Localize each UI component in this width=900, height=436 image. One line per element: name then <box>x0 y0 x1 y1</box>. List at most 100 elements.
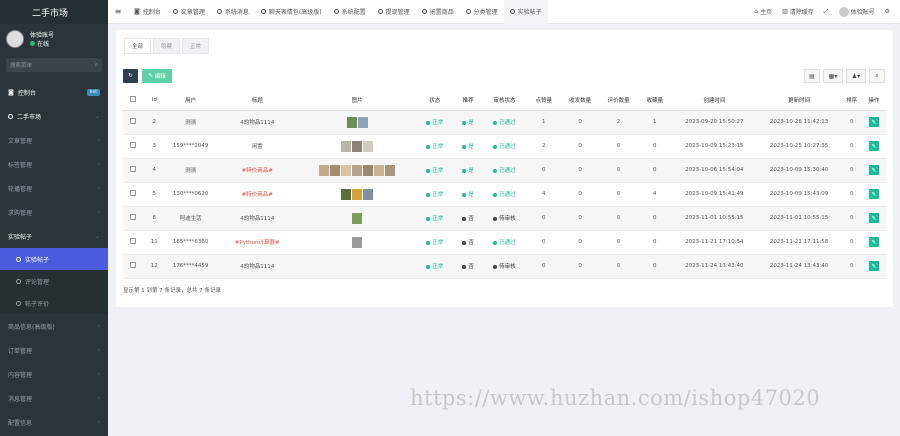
watermark-text: https://www.huzhan.com/ishop47020 <box>410 386 821 410</box>
sidebar-item-dashboard[interactable]: ◙ 控制台 hot <box>0 80 108 104</box>
thumbnail-image[interactable] <box>352 212 363 224</box>
sidebar-item-posts[interactable]: 实验帖子 ⌄ <box>0 224 108 248</box>
sidebar-item-content[interactable]: 内容管理 ‹ <box>0 362 108 386</box>
tab-posts[interactable]: 实验帖子 <box>503 0 548 24</box>
row-edit-button[interactable]: ✎ <box>868 165 879 175</box>
tab-categories[interactable]: 分类管理 <box>460 0 504 24</box>
column-header[interactable]: Id <box>143 90 166 111</box>
thumbnail-image[interactable] <box>346 116 357 128</box>
row-checkbox[interactable] <box>130 118 137 124</box>
tab-system-messages[interactable]: 系统消息 <box>211 0 255 24</box>
sidebar-item-goods[interactable]: 商品信息(高级版) ‹ <box>0 314 108 338</box>
menu-toggle-icon[interactable]: ≡ <box>108 7 128 16</box>
row-checkbox[interactable] <box>130 142 137 148</box>
row-edit-button[interactable]: ✎ <box>868 117 879 127</box>
thumbnail-image[interactable] <box>352 188 363 200</box>
thumbnail-image[interactable] <box>341 164 352 176</box>
thumbnail-image[interactable] <box>341 188 352 200</box>
row-edit-button[interactable]: ✎ <box>868 213 879 223</box>
row-edit-button[interactable]: ✎ <box>868 261 879 271</box>
thumbnail-image[interactable] <box>352 140 363 152</box>
row-checkbox[interactable] <box>130 166 137 172</box>
column-header[interactable]: 创建时间 <box>671 90 757 111</box>
sidebar: 二手市场 体验账号 在线 搜索菜单 ⌕ ◙ 控制台 hot 二手市场 ⌄ 文章管理… <box>0 0 108 436</box>
sidebar-item-wanted[interactable]: 求购管理 ‹ <box>0 200 108 224</box>
row-edit-button[interactable]: ✎ <box>868 141 879 151</box>
tab-emoji[interactable]: 聊天表情包(高级版) <box>255 0 328 24</box>
column-header[interactable]: 评价数量 <box>599 90 638 111</box>
thumbnail-image[interactable] <box>319 164 330 176</box>
thumbnail-image[interactable] <box>385 164 396 176</box>
filter-tab-all[interactable]: 全部 <box>124 38 152 54</box>
sidebar-item-articles[interactable]: 文章管理 ‹ <box>0 128 108 152</box>
column-header[interactable]: 图片 <box>298 90 416 111</box>
column-header[interactable]: 用户 <box>165 90 216 111</box>
tab-dashboard[interactable]: ◙ 控制台 <box>128 0 167 24</box>
row-checkbox[interactable] <box>130 214 137 220</box>
cell-actions: ✎ <box>861 158 886 183</box>
sidebar-search-input[interactable]: 搜索菜单 ⌕ <box>6 58 102 72</box>
filter-tab-normal[interactable]: 正常 <box>182 38 210 54</box>
cell-sort: 0 <box>841 182 862 207</box>
column-header[interactable]: 更新时间 <box>756 90 842 111</box>
cell-likes: 1 <box>526 110 561 135</box>
search-icon[interactable]: ⌕ <box>95 62 98 69</box>
edit-button[interactable]: ✎ 编辑 <box>142 69 172 83</box>
sidebar-item-messages[interactable]: 消息管理 ‹ <box>0 386 108 410</box>
row-checkbox[interactable] <box>130 190 137 196</box>
sidebar-item-market[interactable]: 二手市场 ⌄ <box>0 104 108 128</box>
tab-withdraw[interactable]: 提现管理 <box>372 0 416 24</box>
column-header[interactable]: 状态 <box>415 90 454 111</box>
columns-icon[interactable]: ▦▾ <box>823 69 843 83</box>
cell-id: 3 <box>143 134 166 159</box>
thumbnail-image[interactable] <box>363 188 374 200</box>
filter-tab-hidden[interactable]: 隐藏 <box>153 38 181 54</box>
column-header[interactable]: 点赞量 <box>526 90 561 111</box>
sidebar-item-orders[interactable]: 订单管理 ‹ <box>0 338 108 362</box>
status-dot-icon <box>493 264 498 269</box>
fullscreen-icon[interactable]: ⤢ <box>824 8 829 16</box>
thumbnail-image[interactable] <box>352 164 363 176</box>
tab-system-config[interactable]: 系统配置 <box>328 0 372 24</box>
table-row: 3 159****2049 闲置 正常是已通过 2 0 0 0 2023-10-09 15:23… <box>123 134 886 159</box>
thumbnail-image[interactable] <box>357 116 368 128</box>
clear-cache-button[interactable]: ▥ 清除缓存 <box>782 7 814 16</box>
sidebar-subitem-reviews[interactable]: 帖子评价 <box>0 292 108 314</box>
column-header[interactable]: 审核状态 <box>482 90 527 111</box>
sidebar-item-config[interactable]: 配置信息 ‹ <box>0 410 108 434</box>
sidebar-subitem-comments[interactable]: 评论管理 <box>0 270 108 292</box>
column-header[interactable]: 收发数量 <box>560 90 600 111</box>
select-all-checkbox[interactable] <box>130 95 137 102</box>
column-header[interactable]: 收藏量 <box>637 90 672 111</box>
home-link[interactable]: ⌂ 主页 <box>754 7 772 16</box>
thumbnail-image[interactable] <box>374 164 385 176</box>
row-edit-button[interactable]: ✎ <box>868 237 879 247</box>
column-header[interactable]: 推荐 <box>453 90 483 111</box>
refresh-button[interactable]: ↻ <box>123 69 138 83</box>
row-checkbox[interactable] <box>130 262 137 268</box>
thumbnail-image[interactable] <box>352 236 363 248</box>
row-checkbox[interactable] <box>130 238 137 244</box>
row-edit-button[interactable]: ✎ <box>868 189 879 199</box>
sidebar-item-banners[interactable]: 轮播管理 ‹ <box>0 176 108 200</box>
tab-articles[interactable]: 文章管理 <box>167 0 211 24</box>
circle-icon <box>421 9 427 14</box>
column-header[interactable]: 排序 <box>841 90 862 111</box>
thumbnail-image[interactable] <box>363 140 374 152</box>
settings-icon[interactable]: ⚙ <box>885 8 890 15</box>
thumbnail-image[interactable] <box>330 164 341 176</box>
export-icon[interactable]: ▤ <box>804 69 820 83</box>
tab-idle-goods[interactable]: 闲置商品 <box>416 0 460 24</box>
account-menu[interactable]: 体验账号 <box>838 6 875 17</box>
cell-recommend: 是 <box>453 158 483 183</box>
search-icon[interactable]: ⌕ <box>869 69 885 83</box>
cell-sort: 0 <box>841 254 862 279</box>
app-logo[interactable]: 二手市场 <box>0 0 108 24</box>
status-dot-icon <box>426 264 431 269</box>
thumbnail-image[interactable] <box>363 164 374 176</box>
column-header[interactable]: 标题 <box>215 90 299 111</box>
sidebar-subitem-posts[interactable]: 实验帖子 <box>0 248 108 270</box>
user-filter-icon[interactable]: ♟▾ <box>846 69 866 83</box>
thumbnail-image[interactable] <box>341 140 352 152</box>
sidebar-item-tags[interactable]: 标签管理 ‹ <box>0 152 108 176</box>
